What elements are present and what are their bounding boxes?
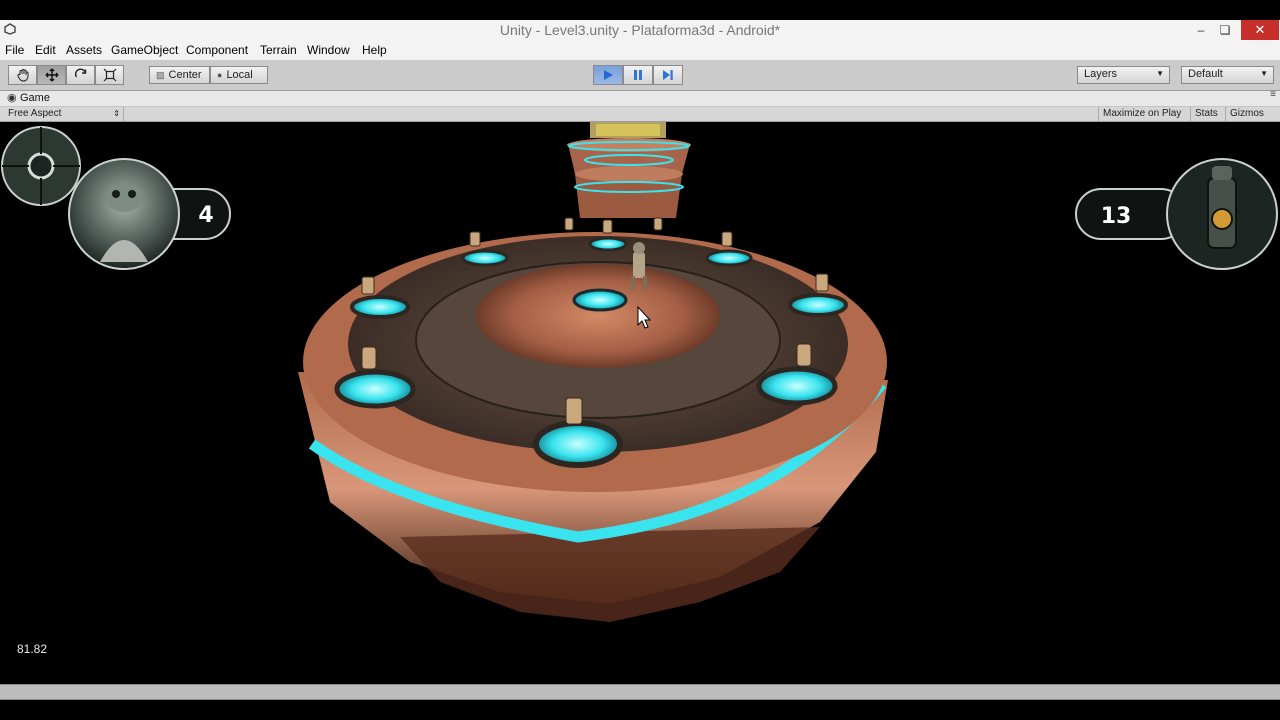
- transform-tools: [8, 65, 124, 85]
- layout-label: Default: [1188, 68, 1223, 80]
- step-icon: [663, 70, 673, 80]
- pause-icon: [634, 70, 642, 80]
- chevron-down-icon: ▼: [1156, 69, 1164, 78]
- menu-terrain[interactable]: Terrain: [260, 43, 297, 57]
- menu-help[interactable]: Help: [362, 43, 387, 57]
- window-title: Unity - Level3.unity - Plataforma3d - An…: [499, 22, 781, 38]
- menu-gameobject[interactable]: GameObject: [111, 43, 178, 57]
- step-button[interactable]: [653, 65, 683, 85]
- center-floor: [476, 264, 720, 368]
- horizontal-scrollbar[interactable]: [0, 684, 1280, 700]
- play-icon: [604, 70, 613, 80]
- move-tool-button[interactable]: [37, 65, 66, 85]
- toolbar: ▧ Center ● Local Layers ▼ Default ▼: [0, 60, 1280, 91]
- aspect-dropdown[interactable]: Free Aspect ⇕: [0, 107, 124, 121]
- scale-tool-button[interactable]: [95, 65, 124, 85]
- game-viewport[interactable]: 4 13: [0, 122, 1280, 684]
- restore-button[interactable]: ❏: [1214, 20, 1236, 40]
- minimize-button[interactable]: –: [1190, 20, 1212, 40]
- tower: [567, 122, 691, 218]
- chevron-down-icon: ▼: [1260, 69, 1268, 78]
- hud-dial: [1, 126, 81, 206]
- bottom-edge: [0, 700, 1280, 720]
- pivot-icon: ▧: [156, 69, 165, 80]
- menu-assets[interactable]: Assets: [66, 43, 102, 57]
- game-controller-icon: ◉: [7, 92, 17, 104]
- scale-icon: [103, 68, 116, 82]
- play-button[interactable]: [593, 65, 623, 85]
- hand-icon: [16, 69, 28, 82]
- game-tab-header: ◉ Game ≡: [0, 89, 1280, 107]
- lives-count: 4: [198, 203, 213, 228]
- menu-window[interactable]: Window: [307, 43, 350, 57]
- gizmos-dropdown[interactable]: Gizmos: [1225, 107, 1268, 121]
- local-space-icon: ●: [217, 70, 223, 80]
- hand-tool-button[interactable]: [8, 65, 37, 85]
- hud-score: 13: [1075, 158, 1278, 270]
- platform-base: [400, 527, 820, 622]
- rotate-icon: [74, 68, 86, 78]
- tab-menu-icon[interactable]: ≡: [1270, 89, 1276, 100]
- fps-counter: 81.82: [17, 642, 48, 656]
- layers-dropdown[interactable]: Layers ▼: [1077, 66, 1170, 84]
- pivot-local-button[interactable]: ● Local: [210, 66, 268, 84]
- hud-lives: 4: [68, 158, 231, 270]
- pivot-center-button[interactable]: ▧ Center: [149, 66, 210, 84]
- game-view-bar: Free Aspect ⇕ Maximize on Play Stats Giz…: [0, 107, 1280, 122]
- aspect-label: Free Aspect: [8, 108, 62, 119]
- tab-game[interactable]: Game: [20, 92, 50, 104]
- maximize-on-play-toggle[interactable]: Maximize on Play: [1098, 107, 1185, 121]
- title-bar: Unity - Level3.unity - Plataforma3d - An…: [0, 20, 1280, 41]
- space-label: Local: [226, 69, 253, 81]
- menu-bar: File Edit Assets GameObject Component Te…: [0, 40, 1280, 60]
- stats-toggle[interactable]: Stats: [1190, 107, 1222, 121]
- layers-label: Layers: [1084, 68, 1118, 80]
- layout-dropdown[interactable]: Default ▼: [1181, 66, 1274, 84]
- game-scene: 4 13: [1, 122, 1278, 622]
- close-button[interactable]: ✕: [1241, 20, 1279, 40]
- chevron-updown-icon: ⇕: [113, 109, 120, 118]
- score-count: 13: [1101, 204, 1132, 229]
- menu-component[interactable]: Component: [186, 43, 248, 57]
- pause-button[interactable]: [623, 65, 653, 85]
- center-pad: [572, 288, 628, 312]
- menu-file[interactable]: File: [5, 43, 24, 57]
- menu-edit[interactable]: Edit: [35, 43, 56, 57]
- playback-controls: [593, 65, 683, 85]
- rotate-tool-button[interactable]: [66, 65, 95, 85]
- move-icon: [45, 68, 58, 82]
- pivot-label: Center: [168, 69, 202, 81]
